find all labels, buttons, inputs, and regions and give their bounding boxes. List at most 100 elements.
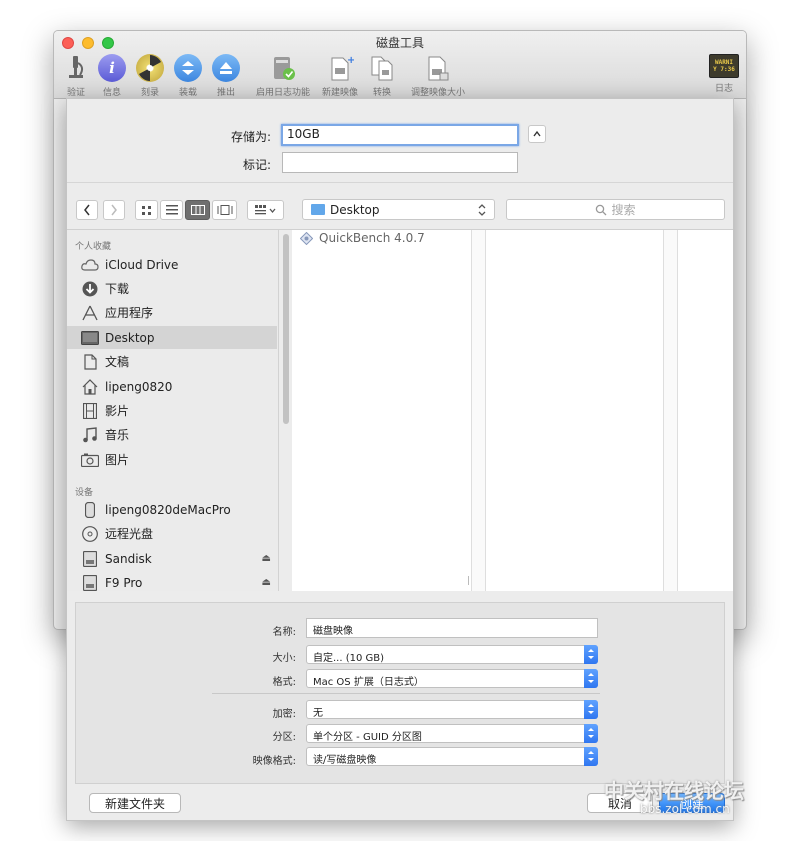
sidebar-item-movies[interactable]: 影片 [67, 399, 277, 422]
size-label: 大小: [272, 653, 296, 664]
chevron-updown-icon [584, 700, 598, 719]
sidebar-item-f9-pro[interactable]: F9 Pro ⏏ [67, 571, 277, 594]
toolbar-eject[interactable]: 推出 [204, 54, 248, 98]
list-view-icon [165, 205, 178, 215]
new-image-icon: + [326, 54, 354, 82]
save-sheet: 存储为: 10GB 标记: Desktop 搜索 个人收藏 iCloud Dri… [66, 98, 734, 821]
sidebar-item-home[interactable]: lipeng0820 [67, 375, 277, 398]
sidebar-item-label: 影片 [105, 404, 130, 418]
format-value: Mac OS 扩展（日志式） [313, 677, 424, 688]
eject-icon[interactable]: ⏏ [262, 553, 271, 564]
divider [67, 182, 733, 183]
file-item[interactable]: QuickBench 4.0.7 [299, 231, 425, 245]
sidebar-item-sandisk[interactable]: Sandisk ⏏ [67, 547, 277, 570]
sidebar-section-favorites: 个人收藏 [75, 242, 112, 252]
partitions-label: 分区: [272, 732, 296, 743]
toolbar-label: 推出 [216, 88, 235, 98]
format-popup[interactable]: Mac OS 扩展（日志式） [306, 669, 598, 688]
column-resize-handle[interactable] [468, 576, 469, 585]
toolbar-label: 调整映像大小 [410, 88, 465, 98]
chevron-updown-icon [584, 724, 598, 743]
chevron-up-icon [533, 130, 541, 137]
expand-button[interactable] [528, 125, 546, 143]
sidebar-item-label: lipeng0820 [105, 379, 173, 394]
watermark-url: bbs.zol.com.cn [640, 802, 730, 816]
remote-disc-icon [81, 525, 99, 542]
sidebar-item-label: 远程光盘 [105, 527, 154, 541]
window-title: 磁盘工具 [375, 36, 424, 50]
coverflow-view-button[interactable] [212, 200, 237, 220]
drive-icon [81, 574, 99, 591]
applications-icon [81, 305, 99, 321]
tags-input[interactable] [282, 152, 518, 173]
location-popup[interactable]: Desktop [302, 199, 495, 220]
chevron-updown-icon [478, 204, 486, 216]
sidebar-item-icloud-drive[interactable]: iCloud Drive [67, 253, 277, 276]
toolbar-log[interactable]: WARNI Y 7:36 日志 [702, 54, 746, 94]
name-input[interactable]: 磁盘映像 [306, 618, 598, 638]
encryption-value: 无 [313, 708, 323, 719]
sidebar-item-remote-disc[interactable]: 远程光盘 [67, 522, 277, 545]
image-format-popup[interactable]: 读/写磁盘映像 [306, 747, 598, 766]
log-icon: WARNI Y 7:36 [709, 54, 739, 78]
save-as-input[interactable]: 10GB [281, 124, 519, 146]
home-icon [81, 378, 99, 395]
size-popup[interactable]: 自定... (10 GB) [306, 645, 598, 664]
log-icon-text: Y 7:36 [713, 66, 735, 73]
partitions-popup[interactable]: 单个分区 - GUID 分区图 [306, 724, 598, 743]
sidebar-item-music[interactable]: 音乐 [67, 423, 277, 446]
coverflow-view-icon [217, 205, 232, 215]
sidebar-item-label: iCloud Drive [105, 257, 179, 272]
scrollbar-thumb[interactable] [283, 234, 289, 424]
pictures-icon [81, 452, 99, 468]
toolbar-label: 启用日志功能 [255, 88, 310, 98]
column-view-button[interactable] [185, 200, 210, 220]
sidebar-item-desktop[interactable]: Desktop [67, 326, 277, 349]
format-label: 格式: [272, 677, 296, 688]
back-button[interactable] [76, 200, 98, 220]
sidebar-item-label: Sandisk [105, 551, 152, 566]
new-folder-button[interactable]: 新建文件夹 [89, 793, 181, 813]
convert-icon [368, 54, 396, 82]
arrange-icon [254, 205, 275, 215]
toolbar-journal[interactable]: 启用日志功能 [253, 54, 313, 98]
column-view-icon [190, 205, 205, 215]
chevron-updown-icon [584, 645, 598, 664]
sidebar-item-mac-pro[interactable]: lipeng0820deMacPro [67, 498, 277, 521]
documents-icon [81, 353, 99, 370]
column-gap [472, 230, 486, 591]
cloud-icon [81, 257, 99, 273]
image-format-value: 读/写磁盘映像 [313, 755, 377, 766]
arrange-button[interactable] [247, 200, 284, 220]
image-format-label: 映像格式: [252, 756, 296, 767]
toolbar-new-image[interactable]: + 新建映像 [317, 54, 363, 98]
column-gap [664, 230, 678, 591]
sidebar-scrollbar[interactable] [281, 230, 291, 591]
search-placeholder: 搜索 [611, 203, 636, 217]
tags-label: 标记: [242, 158, 271, 172]
encryption-popup[interactable]: 无 [306, 700, 598, 719]
search-field[interactable]: 搜索 [506, 199, 725, 220]
toolbar-convert[interactable]: 转换 [360, 54, 404, 98]
mount-icon [174, 54, 202, 82]
forward-button[interactable] [103, 200, 125, 220]
sidebar-item-label: 下载 [105, 282, 130, 296]
desktop-icon [81, 330, 99, 346]
empty-column [678, 230, 733, 591]
sidebar-item-applications[interactable]: 应用程序 [67, 301, 277, 324]
save-as-label: 存储为: [230, 130, 271, 144]
empty-column [486, 230, 664, 591]
toolbar-resize-image[interactable]: 调整映像大小 [400, 54, 476, 98]
chevron-updown-icon [584, 669, 598, 688]
sidebar-item-downloads[interactable]: 下载 [67, 277, 277, 300]
computer-icon [81, 501, 99, 518]
sidebar-item-label: 音乐 [105, 428, 130, 442]
eject-icon[interactable]: ⏏ [262, 577, 271, 588]
music-icon [81, 426, 99, 443]
name-label: 名称: [272, 627, 296, 638]
sidebar-item-documents[interactable]: 文稿 [67, 350, 277, 373]
sidebar-item-pictures[interactable]: 图片 [67, 448, 277, 471]
sidebar-item-label: 文稿 [105, 355, 130, 369]
icon-view-button[interactable] [135, 200, 158, 220]
list-view-button[interactable] [160, 200, 183, 220]
